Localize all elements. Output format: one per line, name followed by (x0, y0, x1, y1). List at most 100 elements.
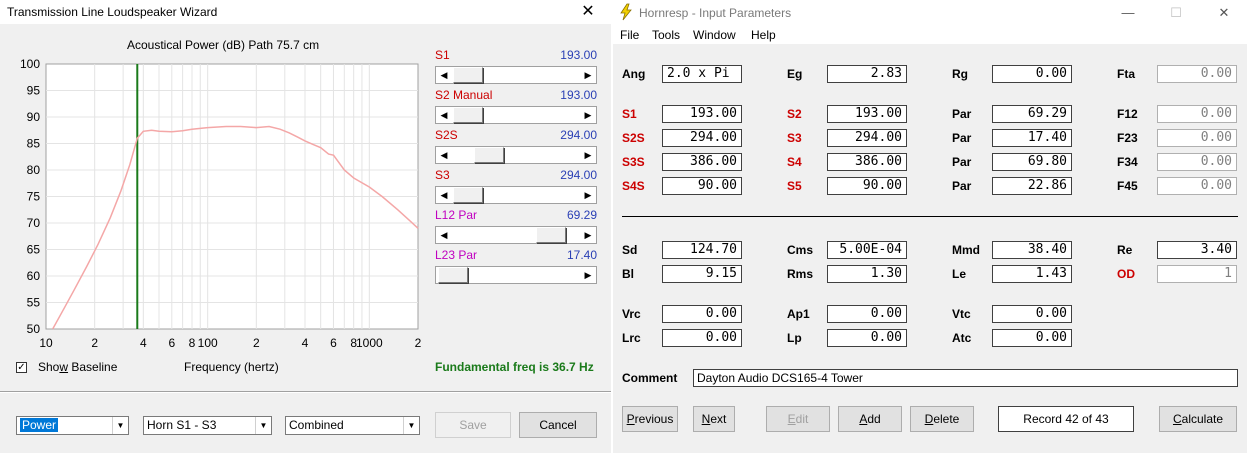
field-od-d1[interactable]: 1 (1157, 265, 1237, 283)
label-f23: F23 (1117, 131, 1138, 145)
label-s4: S4 (787, 155, 802, 169)
show-baseline-label[interactable]: Show Baseline (38, 360, 117, 374)
arrow-right-icon[interactable]: ▶ (580, 267, 596, 283)
field-re-d0[interactable]: 3.40 (1157, 241, 1237, 259)
power-select-value: Power (20, 418, 59, 432)
chevron-down-icon[interactable]: ▼ (403, 417, 419, 434)
arrow-right-icon[interactable]: ▶ (580, 187, 596, 203)
slider-l23[interactable]: ◀▶ (435, 266, 597, 284)
label-bl: Bl (622, 267, 634, 281)
slider-s2s[interactable]: ◀ ▶ (435, 146, 597, 164)
arrow-left-icon[interactable]: ◀ (436, 67, 452, 83)
calculate-button[interactable]: Calculate (1159, 406, 1237, 432)
field-eg-t0[interactable]: 2.83 (827, 65, 907, 83)
delete-button[interactable]: Delete (910, 406, 974, 432)
field-s2-t1[interactable]: 193.00 (827, 105, 907, 123)
edit-button[interactable]: Edit (766, 406, 830, 432)
arrow-right-icon[interactable]: ▶ (580, 107, 596, 123)
menu-file[interactable]: File (620, 28, 639, 42)
field-vrc-c0[interactable]: 0.00 (662, 305, 742, 323)
field-f45-t4[interactable]: 0.00 (1157, 177, 1237, 195)
label-sd: Sd (622, 243, 638, 257)
previous-button[interactable]: Previous (622, 406, 678, 432)
maximize-icon[interactable]: ☐ (1153, 0, 1199, 26)
arrow-left-icon[interactable]: ◀ (436, 147, 452, 163)
comment-input[interactable]: Dayton Audio DCS165-4 Tower (693, 369, 1238, 387)
arrow-left-icon[interactable]: ◀ (436, 107, 452, 123)
field-s3-t2[interactable]: 294.00 (827, 129, 907, 147)
arrow-left-icon[interactable]: ◀ (436, 227, 452, 243)
combined-select[interactable]: Combined ▼ (285, 416, 420, 435)
slider-l12[interactable]: ◀ ▶ (435, 226, 597, 244)
field-f34-t3[interactable]: 0.00 (1157, 153, 1237, 171)
field-f23-t2[interactable]: 0.00 (1157, 129, 1237, 147)
menu-help[interactable]: Help (751, 28, 776, 42)
slider-thumb[interactable] (453, 107, 483, 123)
field-ap1-c0[interactable]: 0.00 (827, 305, 907, 323)
field-s5-t4[interactable]: 90.00 (827, 177, 907, 195)
field-le-d1[interactable]: 1.43 (992, 265, 1072, 283)
label-f45: F45 (1117, 179, 1138, 193)
slider-thumb[interactable] (536, 227, 566, 243)
field-lrc-c1[interactable]: 0.00 (662, 329, 742, 347)
field-s2s-t2[interactable]: 294.00 (662, 129, 742, 147)
field-f12-t1[interactable]: 0.00 (1157, 105, 1237, 123)
y-tick-label: 95 (27, 84, 41, 98)
cancel-button[interactable]: Cancel (519, 412, 597, 438)
field-sd-d0[interactable]: 124.70 (662, 241, 742, 259)
field-par-t3[interactable]: 69.80 (992, 153, 1072, 171)
slider-value-l23: 17.40 (566, 248, 597, 262)
label-s3s: S3S (622, 155, 645, 169)
field-bl-d1[interactable]: 9.15 (662, 265, 742, 283)
field-s3s-t3[interactable]: 386.00 (662, 153, 742, 171)
label-vtc: Vtc (952, 307, 971, 321)
y-tick-label: 80 (27, 163, 41, 177)
field-s4s-t4[interactable]: 90.00 (662, 177, 742, 195)
slider-thumb[interactable] (453, 187, 483, 203)
field-lp-c1[interactable]: 0.00 (827, 329, 907, 347)
label-rg: Rg (952, 67, 968, 81)
hornresp-titlebar: Hornresp - Input Parameters — ☐ ✕ (613, 0, 1247, 26)
slider-thumb[interactable] (438, 267, 468, 283)
show-baseline-checkbox[interactable]: ✓ (16, 362, 27, 373)
field-mmd-d0[interactable]: 38.40 (992, 241, 1072, 259)
arrow-right-icon[interactable]: ▶ (580, 227, 596, 243)
field-atc-c1[interactable]: 0.00 (992, 329, 1072, 347)
chevron-down-icon[interactable]: ▼ (112, 417, 128, 434)
label-eg: Eg (787, 67, 803, 81)
arrow-right-icon[interactable]: ▶ (580, 147, 596, 163)
field-cms-d0[interactable]: 5.00E-04 (827, 241, 907, 259)
slider-thumb[interactable] (474, 147, 504, 163)
add-button[interactable]: Add (838, 406, 902, 432)
field-s1-t1[interactable]: 193.00 (662, 105, 742, 123)
field-s4-t3[interactable]: 386.00 (827, 153, 907, 171)
label-f12: F12 (1117, 107, 1138, 121)
field-fta-t0[interactable]: 0.00 (1157, 65, 1237, 83)
power-select[interactable]: Power ▼ (16, 416, 129, 435)
slider-value-l12: 69.29 (566, 208, 597, 222)
field-vtc-c0[interactable]: 0.00 (992, 305, 1072, 323)
hornresp-close-icon[interactable]: ✕ (1201, 0, 1247, 26)
arrow-left-icon[interactable]: ◀ (436, 187, 452, 203)
arrow-right-icon[interactable]: ▶ (580, 67, 596, 83)
y-tick-label: 65 (27, 243, 41, 257)
field-par-t2[interactable]: 17.40 (992, 129, 1072, 147)
field-par-t1[interactable]: 69.29 (992, 105, 1072, 123)
chevron-down-icon[interactable]: ▼ (255, 417, 271, 434)
save-button[interactable]: Save (435, 412, 511, 438)
slider-s2[interactable]: ◀ ▶ (435, 106, 597, 124)
slider-s1[interactable]: ◀ ▶ (435, 66, 597, 84)
slider-label-l12: L12 Par (435, 208, 478, 222)
field-rg-t0[interactable]: 0.00 (992, 65, 1072, 83)
field-rms-d1[interactable]: 1.30 (827, 265, 907, 283)
field-par-t4[interactable]: 22.86 (992, 177, 1072, 195)
menu-tools[interactable]: Tools (652, 28, 680, 42)
field-ang-t0[interactable]: 2.0 x Pi (662, 65, 742, 83)
next-button[interactable]: Next (693, 406, 735, 432)
menu-window[interactable]: Window (693, 28, 736, 42)
slider-thumb[interactable] (453, 67, 483, 83)
minimize-icon[interactable]: — (1105, 0, 1151, 26)
slider-s3[interactable]: ◀ ▶ (435, 186, 597, 204)
label-ang: Ang (622, 67, 646, 81)
horn-select[interactable]: Horn S1 - S3 ▼ (143, 416, 272, 435)
